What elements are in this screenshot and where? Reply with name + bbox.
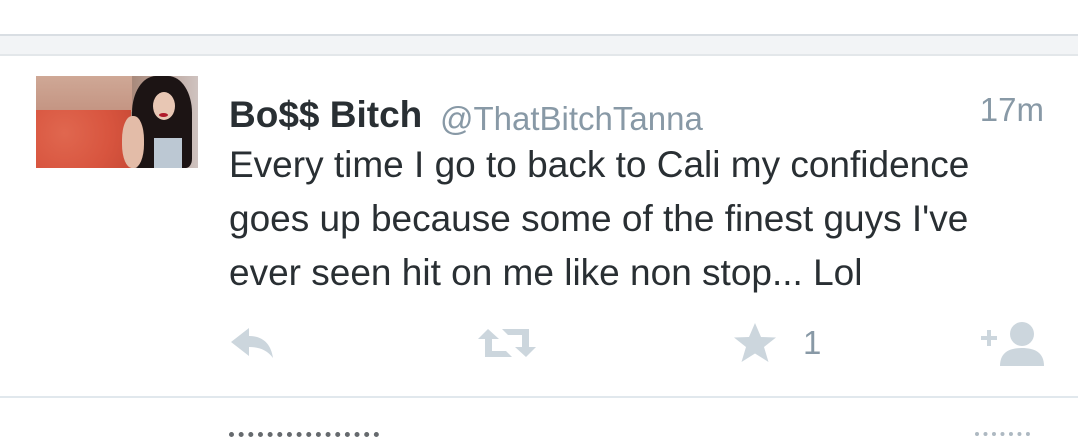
favorite-count: 1	[803, 324, 822, 361]
follow-user-icon	[981, 322, 1044, 366]
avatar-background	[36, 110, 131, 168]
display-name[interactable]: Bo$$ Bitch	[229, 94, 422, 136]
avatar-figure	[154, 138, 182, 168]
next-tweet-card[interactable]	[0, 398, 1078, 440]
timeline-divider	[0, 34, 1078, 56]
retweet-button[interactable]	[478, 318, 536, 368]
star-icon	[734, 323, 776, 362]
next-tweet-time-fragment	[975, 432, 1030, 446]
retweet-icon	[478, 329, 536, 357]
tweet-timestamp[interactable]: 17m	[980, 91, 1044, 129]
follow-button[interactable]	[980, 318, 1046, 368]
favorite-button[interactable]: 1	[733, 318, 821, 368]
reply-button[interactable]	[229, 318, 275, 368]
avatar[interactable]	[36, 76, 198, 168]
user-handle[interactable]: @ThatBitchTanna	[440, 100, 703, 138]
tweet-text: Every time I go to back to Cali my confi…	[229, 144, 970, 293]
avatar-figure	[122, 116, 144, 168]
avatar-figure	[159, 113, 168, 117]
reply-icon	[231, 328, 273, 358]
avatar-background	[36, 76, 132, 112]
